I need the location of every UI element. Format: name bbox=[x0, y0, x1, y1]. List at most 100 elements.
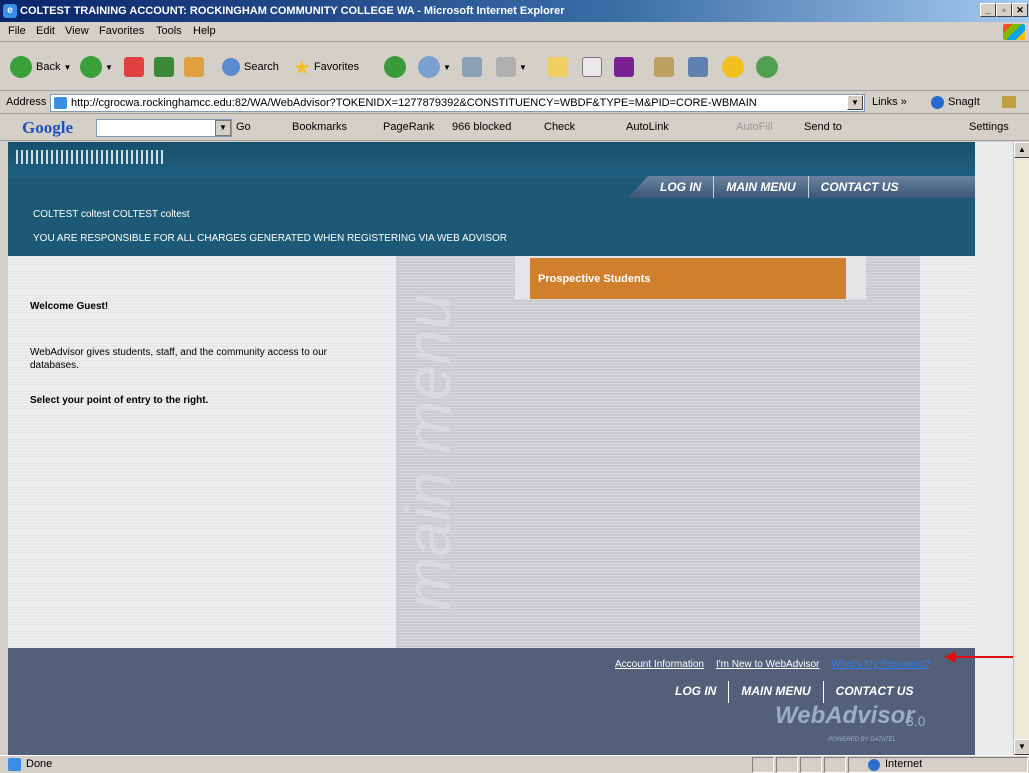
spell-check-button[interactable]: Check bbox=[544, 121, 575, 133]
research-icon bbox=[582, 57, 602, 77]
contacts-button[interactable] bbox=[756, 53, 778, 81]
user-name-line: COLTEST coltest COLTEST coltest bbox=[33, 209, 190, 220]
status-text: Done bbox=[26, 758, 53, 770]
research-button[interactable] bbox=[582, 53, 602, 81]
login-link[interactable]: LOG IN bbox=[648, 176, 713, 198]
history-icon bbox=[418, 56, 440, 78]
discuss-button[interactable] bbox=[654, 53, 674, 81]
scroll-thumb[interactable] bbox=[1015, 159, 1029, 699]
account-information-link[interactable]: Account Information bbox=[615, 659, 704, 670]
webadvisor-version: 3.0 bbox=[906, 713, 926, 729]
prospective-students-link[interactable]: Prospective Students bbox=[530, 258, 846, 299]
college-logo bbox=[16, 150, 166, 164]
main-menu-link[interactable]: MAIN MENU bbox=[713, 176, 807, 198]
window-button[interactable] bbox=[688, 53, 708, 81]
google-logo[interactable]: Google bbox=[22, 118, 73, 138]
chevron-down-icon: ▼ bbox=[519, 62, 527, 72]
footer-contact-us-link[interactable]: CONTACT US bbox=[822, 681, 926, 703]
scroll-down-arrow-icon[interactable]: ▼ bbox=[1014, 739, 1029, 755]
history-button[interactable]: ▼ bbox=[418, 53, 451, 81]
minimize-button[interactable]: _ bbox=[980, 3, 996, 17]
window-title: COLTEST TRAINING ACCOUNT: ROCKINGHAM COM… bbox=[20, 5, 565, 17]
autofill-button[interactable]: AutoFill bbox=[736, 121, 773, 133]
internet-globe-icon bbox=[868, 759, 880, 771]
google-dropdown-button[interactable]: ▼ bbox=[215, 120, 231, 136]
whats-my-password-link[interactable]: What's My Password? bbox=[831, 659, 930, 670]
ie-icon: e bbox=[3, 4, 17, 18]
pagerank-button[interactable]: PageRank bbox=[383, 121, 434, 133]
bookmarks-button[interactable]: Bookmarks bbox=[292, 121, 347, 133]
browser-window: e COLTEST TRAINING ACCOUNT: ROCKINGHAM C… bbox=[0, 0, 1029, 773]
links-button[interactable]: Links » bbox=[872, 96, 907, 108]
footer-links: Account Information I'm New to WebAdviso… bbox=[615, 659, 930, 670]
status-panel bbox=[824, 757, 846, 773]
stop-button[interactable] bbox=[124, 53, 144, 81]
registration-warning: YOU ARE RESPONSIBLE FOR ALL CHARGES GENE… bbox=[33, 233, 507, 244]
address-bar: Address http://cgrocwa.rockinghamcc.edu:… bbox=[0, 92, 1029, 114]
google-toolbar: Google ▼ Go Bookmarks PageRank 966 block… bbox=[0, 115, 1029, 141]
home-button[interactable] bbox=[184, 53, 204, 81]
folder-icon bbox=[548, 57, 568, 77]
windows-logo-icon bbox=[1003, 24, 1025, 40]
chevron-down-icon: ▼ bbox=[63, 62, 72, 72]
folder-button[interactable] bbox=[548, 53, 568, 81]
media-icon bbox=[384, 56, 406, 78]
snagit-icon bbox=[931, 96, 944, 109]
forward-button[interactable]: ▼ bbox=[80, 53, 113, 81]
contact-us-link[interactable]: CONTACT US bbox=[807, 176, 911, 198]
snagit-button[interactable]: SnagIt bbox=[948, 96, 980, 108]
google-search-input[interactable] bbox=[96, 119, 232, 137]
contacts-icon bbox=[756, 56, 778, 78]
refresh-button[interactable] bbox=[154, 53, 174, 81]
popup-blocked-button[interactable]: 966 blocked bbox=[452, 121, 511, 133]
chevron-down-icon: ▼ bbox=[443, 62, 451, 72]
star-icon: ★ bbox=[293, 56, 311, 79]
menu-bar: File Edit View Favorites Tools Help bbox=[0, 22, 1029, 42]
send-to-button[interactable]: Send to bbox=[804, 121, 842, 133]
menu-view[interactable]: View bbox=[65, 25, 89, 37]
new-to-webadvisor-link[interactable]: I'm New to WebAdvisor bbox=[716, 659, 819, 670]
menu-tools[interactable]: Tools bbox=[156, 25, 182, 37]
print-button[interactable] bbox=[462, 53, 482, 81]
top-nav: LOG IN MAIN MENU CONTACT US bbox=[648, 176, 910, 198]
search-label: Search bbox=[244, 61, 279, 73]
address-dropdown-button[interactable]: ▼ bbox=[847, 95, 863, 110]
emoticon-button[interactable] bbox=[722, 53, 744, 81]
menu-favorites[interactable]: Favorites bbox=[99, 25, 144, 37]
edit-button[interactable]: ▼ bbox=[496, 53, 527, 81]
close-button[interactable]: ✕ bbox=[1012, 3, 1028, 17]
title-bar: e COLTEST TRAINING ACCOUNT: ROCKINGHAM C… bbox=[0, 0, 1029, 22]
vertical-scrollbar[interactable]: ▲ ▼ bbox=[1013, 142, 1029, 755]
window-icon bbox=[688, 57, 708, 77]
settings-button[interactable]: Settings bbox=[969, 121, 1009, 133]
google-logo-text: Google bbox=[22, 118, 73, 137]
footer-nav: LOG IN MAIN MENU CONTACT US bbox=[663, 681, 925, 703]
messenger-button[interactable] bbox=[614, 53, 634, 81]
scroll-up-arrow-icon[interactable]: ▲ bbox=[1014, 142, 1029, 158]
zone-label: Internet bbox=[885, 758, 923, 770]
menu-file[interactable]: File bbox=[8, 25, 26, 37]
menu-help[interactable]: Help bbox=[193, 25, 216, 37]
snagit-options-icon[interactable] bbox=[1002, 96, 1016, 108]
footer-main-menu-link[interactable]: MAIN MENU bbox=[728, 681, 822, 703]
page-header: LOG IN MAIN MENU CONTACT US COLTEST colt… bbox=[8, 142, 975, 256]
status-panel bbox=[752, 757, 774, 773]
favorites-button[interactable]: ★ Favorites bbox=[293, 53, 359, 81]
status-panel bbox=[776, 757, 798, 773]
menu-edit[interactable]: Edit bbox=[36, 25, 55, 37]
stop-icon bbox=[124, 57, 144, 77]
restore-button[interactable]: ▫ bbox=[996, 3, 1012, 17]
address-url: http://cgrocwa.rockinghamcc.edu:82/WA/We… bbox=[71, 97, 757, 109]
footer-login-link[interactable]: LOG IN bbox=[663, 681, 728, 703]
autolink-button[interactable]: AutoLink bbox=[626, 121, 669, 133]
search-button[interactable]: Search bbox=[222, 53, 279, 81]
back-button[interactable]: Back ▼ bbox=[10, 53, 71, 81]
address-input[interactable]: http://cgrocwa.rockinghamcc.edu:82/WA/We… bbox=[50, 94, 865, 112]
page-viewport: LOG IN MAIN MENU CONTACT US COLTEST colt… bbox=[8, 142, 1013, 755]
messenger-icon bbox=[614, 57, 634, 77]
page-done-icon bbox=[8, 758, 21, 771]
media-button[interactable] bbox=[384, 53, 406, 81]
header-banner bbox=[8, 142, 975, 178]
refresh-icon bbox=[154, 57, 174, 77]
go-button[interactable]: Go bbox=[236, 121, 251, 133]
